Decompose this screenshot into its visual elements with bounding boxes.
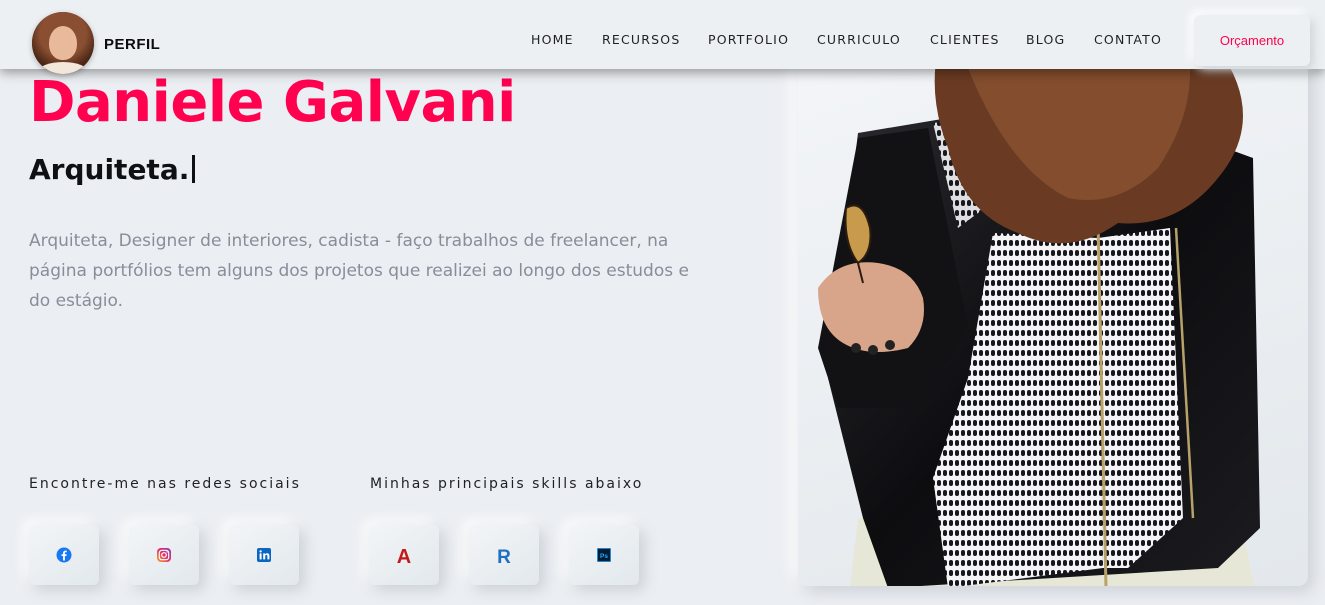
linkedin-button[interactable] xyxy=(229,525,299,585)
photoshop-icon: Ps xyxy=(597,548,611,562)
hero-role: Arquiteta. xyxy=(29,153,196,186)
instagram-icon xyxy=(157,548,171,562)
linkedin-icon xyxy=(257,548,271,562)
nav-curriculo[interactable]: CURRICULO xyxy=(817,32,901,47)
svg-text:R: R xyxy=(497,547,511,565)
instagram-button[interactable] xyxy=(129,525,199,585)
photoshop-skill[interactable]: Ps xyxy=(569,525,639,585)
profile-photo-card xyxy=(798,48,1308,586)
nav-portfolio[interactable]: PORTFOLIO xyxy=(708,32,789,47)
skills-title: Minhas principais skills abaixo xyxy=(370,476,644,492)
facebook-button[interactable] xyxy=(29,525,99,585)
typing-cursor xyxy=(192,155,196,183)
nav-home[interactable]: HOME xyxy=(531,32,574,47)
autocad-icon: A xyxy=(397,546,411,565)
nav-blog[interactable]: BLOG xyxy=(1026,32,1065,47)
revit-skill[interactable]: R xyxy=(469,525,539,585)
svg-text:A: A xyxy=(397,546,411,565)
social-title: Encontre-me nas redes sociais xyxy=(29,476,301,492)
profile-photo xyxy=(818,48,1260,586)
orcamento-button[interactable]: Orçamento xyxy=(1194,15,1310,66)
nav-clientes[interactable]: CLIENTES xyxy=(930,32,1000,47)
nav-recursos[interactable]: RECURSOS xyxy=(602,32,680,47)
autocad-skill[interactable]: A xyxy=(369,525,439,585)
svg-text:Ps: Ps xyxy=(600,553,608,560)
hero-name: Daniele Galvani xyxy=(29,70,516,135)
nav-contato[interactable]: CONTATO xyxy=(1094,32,1162,47)
main-nav: HOME RECURSOS PORTFOLIO CURRICULO CLIENT… xyxy=(0,32,1325,50)
site-header: PERFIL HOME RECURSOS PORTFOLIO CURRICULO… xyxy=(0,0,1325,74)
hero-role-text: Arquiteta. xyxy=(29,153,190,186)
revit-icon: R xyxy=(497,547,511,565)
hero-description: Arquiteta, Designer de interiores, cadis… xyxy=(29,231,689,311)
facebook-icon xyxy=(56,547,72,563)
